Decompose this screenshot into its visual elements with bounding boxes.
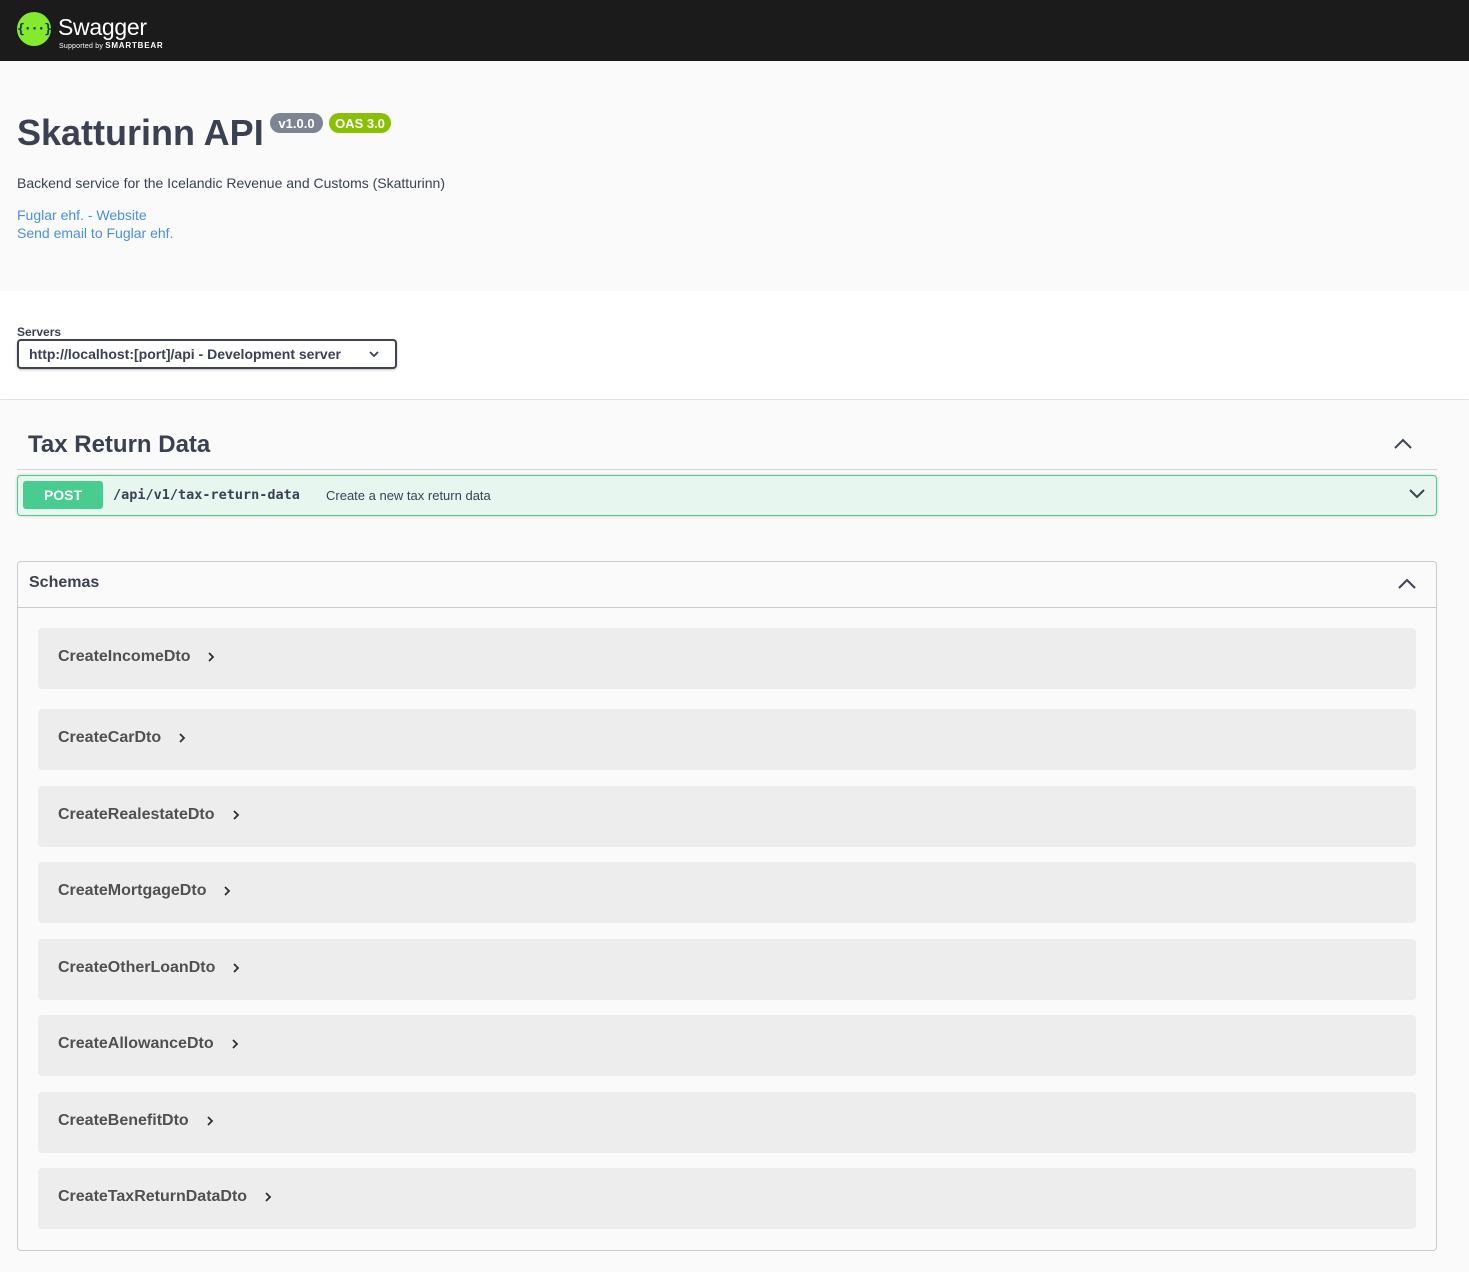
chevron-right-icon: [208, 652, 215, 662]
page-title: Skatturinn API: [17, 112, 264, 153]
oas-badge: OAS 3.0: [329, 113, 391, 133]
schemas-title: Schemas: [29, 574, 100, 591]
chevron-right-icon: [265, 1192, 272, 1202]
server-select[interactable]: http://localhost:[port]/api - Developmen…: [17, 339, 397, 369]
model-create-allowance-dto[interactable]: CreateAllowanceDto: [38, 1015, 1416, 1076]
brand-subtitle: Supported by SMARTBEAR: [59, 41, 164, 50]
topbar: {···} Swagger Supported by SMARTBEAR: [0, 0, 1469, 61]
chevron-down-icon[interactable]: [1408, 486, 1426, 500]
logo-glyph: {···}: [16, 21, 52, 37]
model-label: CreateBenefitDto: [58, 1112, 189, 1129]
chevron-right-icon: [231, 1039, 238, 1049]
api-description: Backend service for the Icelandic Revenu…: [17, 175, 445, 191]
model-name: CreateCarDto: [58, 729, 187, 747]
model-create-realestate-dto[interactable]: CreateRealestateDto: [38, 786, 1416, 847]
schemas-section: Schemas CreateIncomeDto CreateCarDto Cre…: [17, 561, 1437, 1251]
chevron-up-icon[interactable]: [1391, 433, 1415, 453]
model-create-benefit-dto[interactable]: CreateBenefitDto: [38, 1092, 1416, 1153]
chevron-right-icon: [224, 886, 231, 896]
model-label: CreateTaxReturnDataDto: [58, 1188, 248, 1205]
model-name: CreateAllowanceDto: [58, 1035, 240, 1053]
brand-name[interactable]: Swagger: [58, 14, 147, 41]
tag-divider: [17, 469, 1437, 470]
servers-label: Servers: [17, 325, 62, 339]
model-name: CreateOtherLoanDto: [58, 959, 241, 977]
model-name: CreateTaxReturnDataDto: [58, 1188, 273, 1206]
schemas-header[interactable]: Schemas: [18, 562, 1436, 608]
model-create-mortgage-dto[interactable]: CreateMortgageDto: [38, 862, 1416, 923]
post-tax-return-data-operation[interactable]: POST /api/v1/tax-return-data Create a ne…: [17, 475, 1437, 516]
model-label: CreateAllowanceDto: [58, 1035, 214, 1052]
model-create-other-loan-dto[interactable]: CreateOtherLoanDto: [38, 939, 1416, 1000]
chevron-right-icon: [179, 733, 186, 743]
model-label: CreateOtherLoanDto: [58, 959, 216, 976]
model-label: CreateCarDto: [58, 729, 162, 746]
model-create-car-dto[interactable]: CreateCarDto: [38, 709, 1416, 770]
version-badge: v1.0.0: [270, 113, 323, 133]
chevron-right-icon: [207, 1116, 213, 1126]
model-label: CreateIncomeDto: [58, 648, 191, 665]
model-create-income-dto[interactable]: CreateIncomeDto: [38, 628, 1416, 689]
method-badge: POST: [23, 481, 103, 509]
model-create-tax-return-data-dto[interactable]: CreateTaxReturnDataDto: [38, 1168, 1416, 1229]
chevron-right-icon: [233, 963, 240, 973]
chevron-down-icon: [369, 351, 379, 358]
chevron-right-icon: [232, 810, 239, 820]
model-name: CreateRealestateDto: [58, 806, 241, 824]
chevron-up-icon[interactable]: [1396, 574, 1418, 592]
swagger-logo-icon[interactable]: {···}: [16, 12, 52, 46]
model-name: CreateMortgageDto: [58, 882, 232, 900]
supporter-name: SMARTBEAR: [105, 41, 164, 50]
email-link[interactable]: Send email to Fuglar ehf.: [17, 225, 173, 241]
model-label: CreateRealestateDto: [58, 806, 215, 823]
supported-by-text: Supported by: [59, 43, 104, 50]
operation-path: /api/v1/tax-return-data: [113, 487, 300, 503]
model-name: CreateBenefitDto: [58, 1112, 215, 1130]
server-select-value: http://localhost:[port]/api - Developmen…: [29, 346, 341, 362]
model-label: CreateMortgageDto: [58, 882, 207, 899]
model-name: CreateIncomeDto: [58, 648, 216, 666]
operation-summary: Create a new tax return data: [326, 488, 491, 503]
tag-title[interactable]: Tax Return Data: [28, 431, 210, 459]
website-link[interactable]: Fuglar ehf. - Website: [17, 207, 147, 223]
